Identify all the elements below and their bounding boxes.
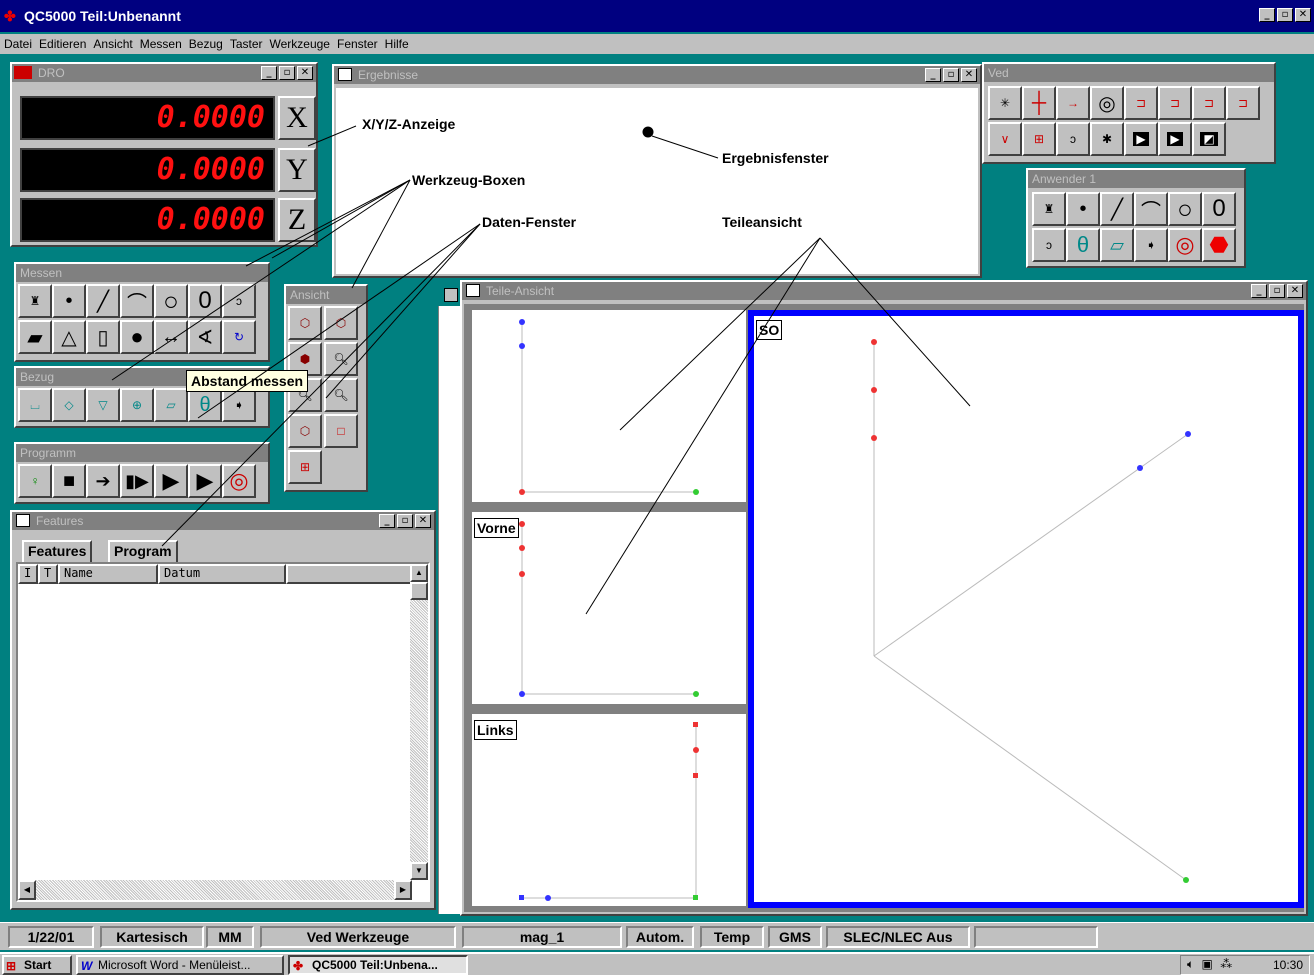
status-empty	[974, 926, 1098, 948]
status-mode: Autom.	[626, 926, 694, 948]
taskbar-word-button[interactable]: W Microsoft Word - Menüleist...	[76, 955, 284, 975]
clock[interactable]: 10:30	[1273, 957, 1303, 973]
taskbar-qc-button[interactable]: ✤ QC5000 Teil:Unbena...	[288, 955, 468, 975]
status-units: MM	[206, 926, 254, 948]
speaker-icon[interactable]: 🔈︎	[1187, 957, 1194, 971]
status-date: 1/22/01	[8, 926, 94, 948]
network-icon[interactable]: ⁂	[1220, 957, 1232, 971]
taskbar-word-label: Microsoft Word - Menüleist...	[98, 958, 251, 972]
monitor-icon[interactable]: ▣	[1202, 957, 1213, 971]
status-coords: Kartesisch	[100, 926, 204, 948]
word-icon: W	[81, 959, 93, 973]
desktop: ✤ QC5000 Teil:Unbenannt _ ▫ ✕ Datei Edit…	[0, 0, 1314, 975]
status-bar: 1/22/01 Kartesisch MM Ved Werkzeuge mag_…	[0, 922, 1314, 950]
annotation-xyz: X/Y/Z-Anzeige	[362, 116, 456, 132]
status-temp: Temp	[700, 926, 764, 948]
status-gms: GMS	[768, 926, 822, 948]
annotation-teileansicht: Teileansicht	[722, 214, 802, 230]
status-mag: mag_1	[462, 926, 622, 948]
taskbar: ⊞ Start W Microsoft Word - Menüleist... …	[0, 952, 1314, 975]
status-slec: SLEC/NLEC Aus	[826, 926, 970, 948]
qc-app-icon: ✤	[293, 959, 304, 973]
status-tools: Ved Werkzeuge	[260, 926, 456, 948]
annotation-lines	[111, 125, 971, 615]
annotation-werkzeug: Werkzeug-Boxen	[412, 172, 526, 188]
start-button[interactable]: ⊞ Start	[2, 955, 72, 975]
annotation-ergebnisfenster: Ergebnisfenster	[722, 150, 829, 166]
system-tray: 🔈︎ ▣ ⁂ 10:30	[1180, 955, 1310, 975]
start-label: Start	[24, 958, 52, 972]
windows-logo-icon: ⊞	[6, 959, 17, 973]
annotation-daten: Daten-Fenster	[482, 214, 577, 230]
taskbar-qc-label: QC5000 Teil:Unbena...	[312, 958, 438, 972]
